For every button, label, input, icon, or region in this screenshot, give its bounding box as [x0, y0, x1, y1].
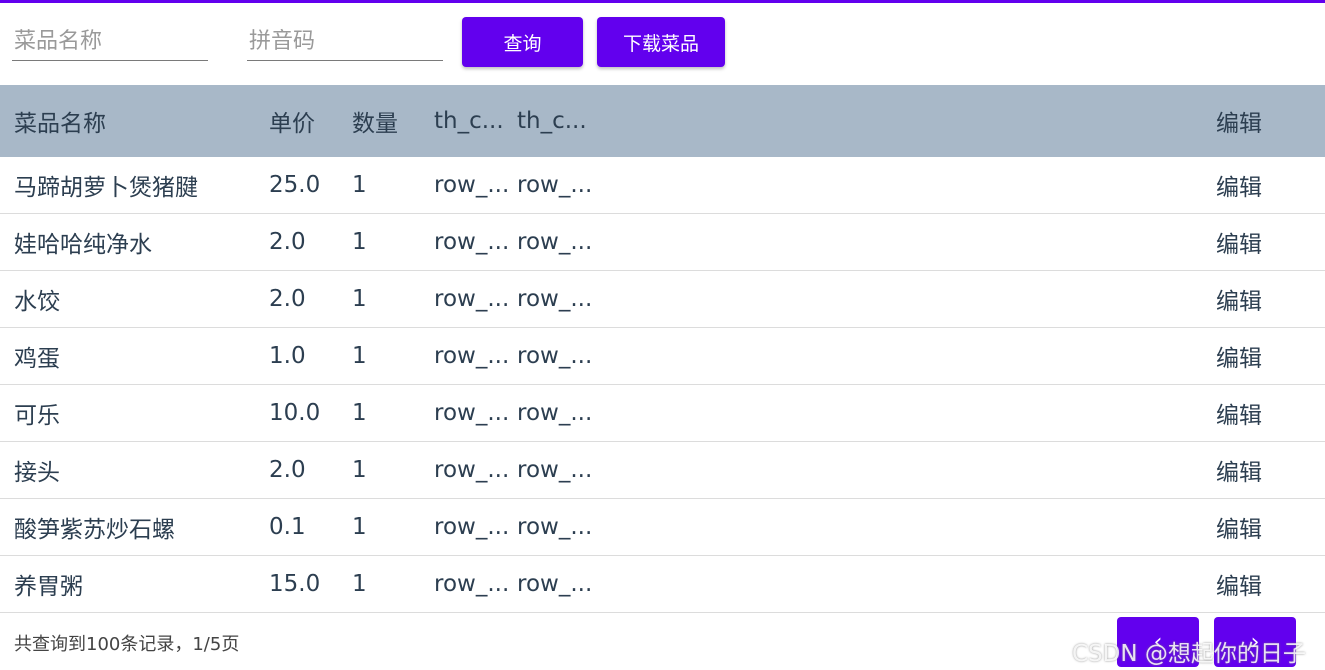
table-row[interactable]: 养胃粥 15.0 1 row_... row_... 编辑 [0, 556, 1325, 613]
search-toolbar: 查询 下载菜品 [0, 3, 1325, 85]
cell-price: 2.0 [269, 457, 306, 483]
edit-link[interactable]: 编辑 [1216, 214, 1306, 270]
cell-col-4: row_... [517, 514, 591, 540]
table-row[interactable]: 马蹄胡萝卜煲猪腱 25.0 1 row_... row_... 编辑 [0, 157, 1325, 214]
edit-link[interactable]: 编辑 [1216, 271, 1306, 327]
cell-dish-name: 养胃粥 [14, 574, 83, 600]
cell-quantity: 1 [352, 400, 367, 426]
cell-col-3: row_... [434, 514, 508, 540]
cell-col-3: row_... [434, 343, 508, 369]
table-row[interactable]: 接头 2.0 1 row_... row_... 编辑 [0, 442, 1325, 499]
cell-price: 25.0 [269, 172, 321, 198]
edit-link[interactable]: 编辑 [1216, 328, 1306, 384]
cell-col-3: row_... [434, 400, 508, 426]
cell-col-4: row_... [517, 229, 591, 255]
previous-page-button[interactable]: ‹ [1117, 617, 1199, 667]
record-count-text: 共查询到100条记录，1/5页 [14, 634, 240, 655]
cell-quantity: 1 [352, 571, 367, 597]
dish-table: 菜品名称 单价 数量 th_c... th_c... 编辑 马蹄胡萝卜煲猪腱 2… [0, 85, 1325, 613]
table-row[interactable]: 可乐 10.0 1 row_... row_... 编辑 [0, 385, 1325, 442]
cell-price: 0.1 [269, 514, 306, 540]
header-col-4[interactable]: th_c... [517, 85, 591, 157]
cell-col-4: row_... [517, 400, 591, 426]
cell-price: 1.0 [269, 343, 306, 369]
table-row[interactable]: 酸笋紫苏炒石螺 0.1 1 row_... row_... 编辑 [0, 499, 1325, 556]
cell-col-4: row_... [517, 286, 591, 312]
dish-name-input[interactable] [12, 23, 208, 61]
cell-col-4: row_... [517, 571, 591, 597]
cell-dish-name: 接头 [14, 460, 60, 486]
cell-quantity: 1 [352, 514, 367, 540]
cell-price: 2.0 [269, 229, 306, 255]
cell-col-4: row_... [517, 172, 591, 198]
cell-dish-name: 娃哈哈纯净水 [14, 232, 152, 258]
header-quantity[interactable]: 数量 [352, 85, 422, 157]
next-page-button[interactable]: › [1214, 617, 1296, 667]
header-col-3[interactable]: th_c... [434, 85, 508, 157]
cell-dish-name: 鸡蛋 [14, 346, 60, 372]
cell-col-3: row_... [434, 172, 508, 198]
table-header-row: 菜品名称 单价 数量 th_c... th_c... 编辑 [0, 85, 1325, 157]
table-row[interactable]: 鸡蛋 1.0 1 row_... row_... 编辑 [0, 328, 1325, 385]
cell-quantity: 1 [352, 172, 367, 198]
cell-col-3: row_... [434, 457, 508, 483]
pinyin-code-input[interactable] [247, 23, 443, 61]
edit-link[interactable]: 编辑 [1216, 157, 1306, 213]
query-button[interactable]: 查询 [462, 17, 583, 67]
edit-link[interactable]: 编辑 [1216, 499, 1306, 555]
edit-link[interactable]: 编辑 [1216, 442, 1306, 498]
cell-quantity: 1 [352, 229, 367, 255]
header-dish-name[interactable]: 菜品名称 [14, 85, 254, 157]
cell-dish-name: 水饺 [14, 289, 60, 315]
cell-col-3: row_... [434, 571, 508, 597]
cell-quantity: 1 [352, 286, 367, 312]
cell-price: 10.0 [269, 400, 321, 426]
edit-link[interactable]: 编辑 [1216, 385, 1306, 441]
header-edit: 编辑 [1216, 111, 1262, 137]
cell-col-3: row_... [434, 229, 508, 255]
cell-col-4: row_... [517, 457, 591, 483]
download-dishes-button[interactable]: 下载菜品 [597, 17, 725, 67]
table-row[interactable]: 娃哈哈纯净水 2.0 1 row_... row_... 编辑 [0, 214, 1325, 271]
cell-col-3: row_... [434, 286, 508, 312]
cell-dish-name: 酸笋紫苏炒石螺 [14, 517, 175, 543]
edit-link[interactable]: 编辑 [1216, 556, 1306, 612]
cell-price: 2.0 [269, 286, 306, 312]
cell-dish-name: 可乐 [14, 403, 60, 429]
cell-price: 15.0 [269, 571, 321, 597]
cell-quantity: 1 [352, 343, 367, 369]
cell-dish-name: 马蹄胡萝卜煲猪腱 [14, 175, 198, 201]
cell-quantity: 1 [352, 457, 367, 483]
header-price[interactable]: 单价 [269, 85, 349, 157]
table-row[interactable]: 水饺 2.0 1 row_... row_... 编辑 [0, 271, 1325, 328]
cell-col-4: row_... [517, 343, 591, 369]
pagination-footer: 共查询到100条记录，1/5页 ‹ › CSDN @想起你的日子 [0, 610, 1325, 670]
